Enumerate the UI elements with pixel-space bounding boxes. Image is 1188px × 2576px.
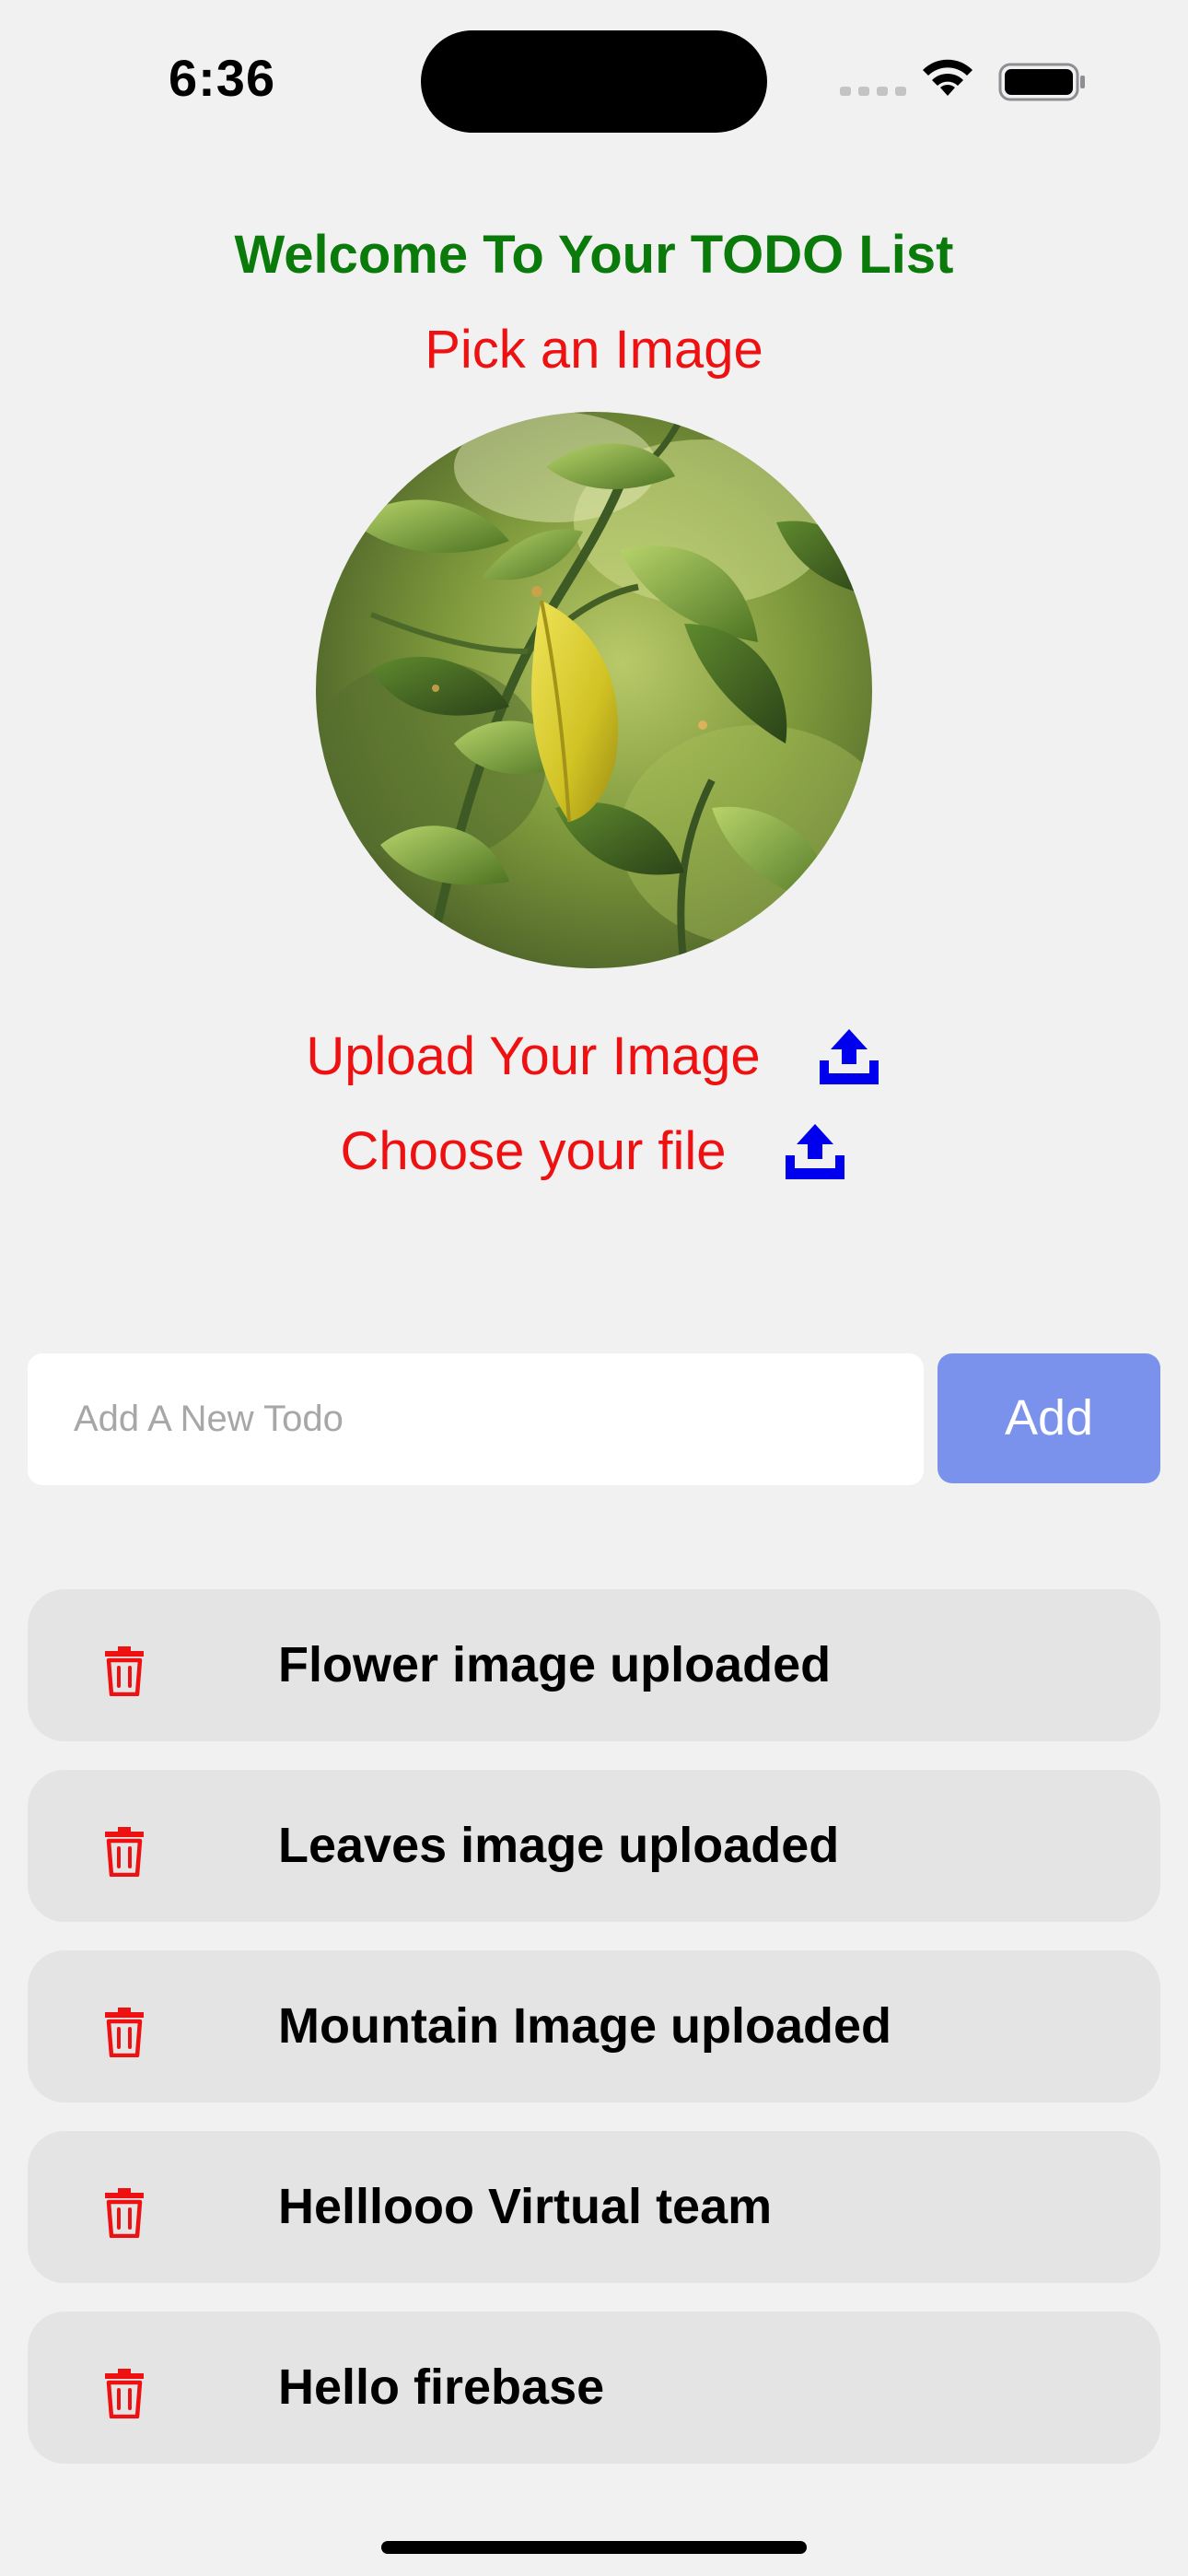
leaves-photo <box>316 412 872 968</box>
battery-icon <box>998 63 1085 101</box>
picked-image[interactable] <box>316 412 872 968</box>
status-time: 6:36 <box>169 49 276 107</box>
todo-item: Leaves image uploaded <box>28 1770 1160 1922</box>
choose-file-label: Choose your file <box>340 1121 727 1181</box>
upload-tray-icon <box>819 1029 879 1084</box>
trash-icon[interactable] <box>101 1825 147 1877</box>
cellular-signal-icon <box>840 87 906 96</box>
upload-image-button[interactable]: Upload Your Image <box>0 1020 1188 1094</box>
trash-icon[interactable] <box>101 2367 147 2418</box>
upload-tray-icon <box>785 1124 844 1179</box>
todo-item: Mountain Image uploaded <box>28 1950 1160 2102</box>
page-title: Welcome To Your TODO List <box>234 225 954 285</box>
todo-text: Flower image uploaded <box>278 1637 832 1692</box>
pick-image-label[interactable]: Pick an Image <box>0 319 1188 381</box>
todo-text: Helllooo Virtual team <box>278 2179 773 2234</box>
upload-image-label: Upload Your Image <box>306 1026 761 1086</box>
todo-text: Mountain Image uploaded <box>278 1998 892 2054</box>
trash-icon[interactable] <box>101 2186 147 2238</box>
choose-file-button[interactable]: Choose your file <box>0 1115 1188 1188</box>
home-indicator[interactable] <box>381 2541 807 2554</box>
add-todo-button[interactable]: Add <box>938 1353 1160 1483</box>
todo-list: Flower image uploaded Leaves image uploa… <box>28 1589 1160 2492</box>
todo-item: Flower image uploaded <box>28 1589 1160 1741</box>
todo-item: Helllooo Virtual team <box>28 2131 1160 2283</box>
status-icons <box>840 55 1089 107</box>
todo-item: Hello firebase <box>28 2312 1160 2464</box>
wifi-icon <box>923 59 973 96</box>
dynamic-island <box>421 30 767 133</box>
todo-text: Hello firebase <box>278 2359 605 2415</box>
todo-text: Leaves image uploaded <box>278 1818 840 1873</box>
new-todo-input[interactable] <box>28 1353 924 1485</box>
trash-icon[interactable] <box>101 1645 147 1696</box>
trash-icon[interactable] <box>101 2006 147 2057</box>
